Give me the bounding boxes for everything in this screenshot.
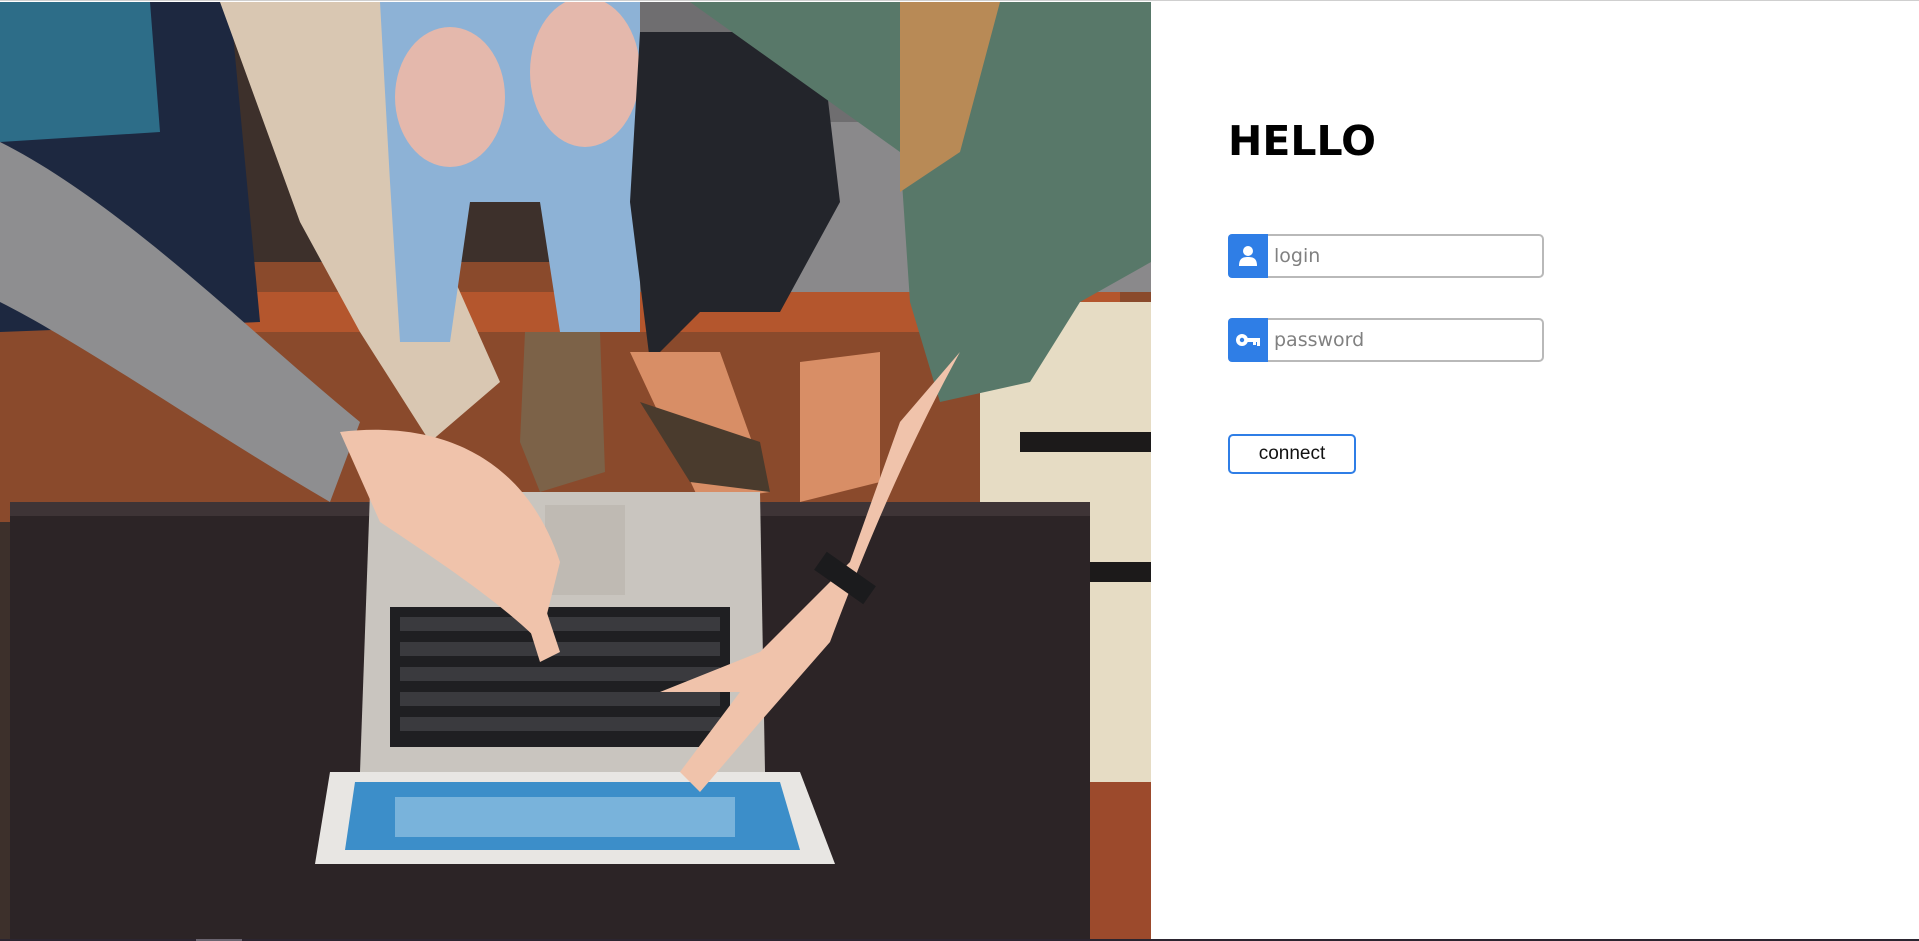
page: HELLO connect: [0, 0, 1919, 941]
password-input[interactable]: [1268, 318, 1544, 362]
login-field-group: [1228, 234, 1544, 278]
login-panel: HELLO connect: [1151, 2, 1919, 939]
user-icon: [1228, 234, 1268, 278]
page-title: HELLO: [1228, 117, 1376, 165]
key-icon: [1228, 318, 1268, 362]
hero-photo: [0, 2, 1151, 939]
login-input[interactable]: [1268, 234, 1544, 278]
connect-button[interactable]: connect: [1228, 434, 1356, 474]
password-field-group: [1228, 318, 1544, 362]
